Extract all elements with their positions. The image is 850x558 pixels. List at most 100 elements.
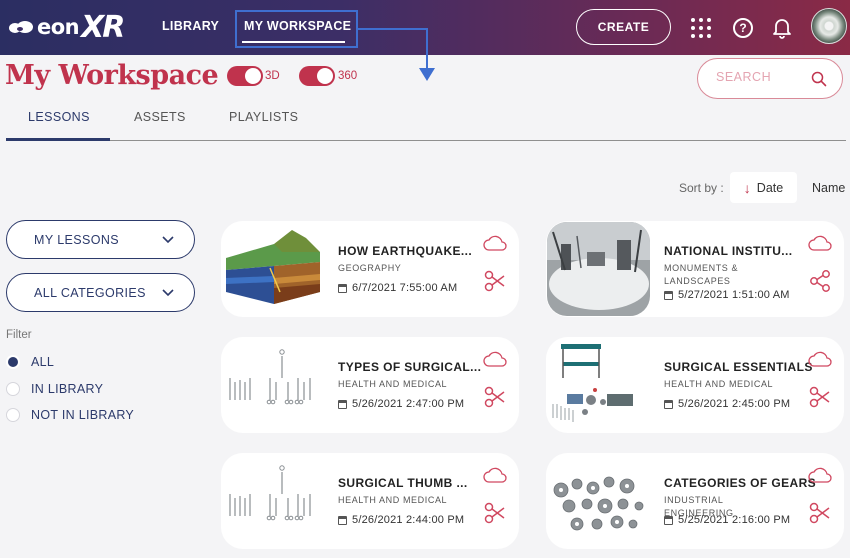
tabs-divider: [6, 140, 846, 141]
radio-checked-icon: [6, 355, 20, 369]
lesson-date-text: 5/26/2021 2:45:00 PM: [678, 398, 791, 410]
tab-playlists[interactable]: PLAYLISTS: [229, 110, 298, 124]
create-button[interactable]: CREATE: [576, 9, 671, 45]
lesson-card[interactable]: SURGICAL THUMB ... HEALTH AND MEDICAL 5/…: [221, 453, 519, 549]
calendar-icon: [664, 290, 673, 300]
user-avatar[interactable]: [811, 8, 847, 44]
sort-by-date-button[interactable]: ↓ Date: [730, 172, 797, 203]
lesson-category: MONUMENTS & LANDSCAPES: [664, 263, 739, 286]
logo-xr: XR: [81, 9, 125, 45]
toggle-3d[interactable]: [227, 66, 263, 86]
all-categories-dropdown[interactable]: ALL CATEGORIES: [6, 273, 195, 312]
chevron-down-icon: [162, 236, 174, 244]
arrow-down-icon: ↓: [743, 179, 751, 196]
share-icon[interactable]: [808, 269, 832, 293]
lesson-title[interactable]: CATEGORIES OF GEARS: [664, 476, 816, 490]
active-tab-indicator: [6, 138, 110, 141]
search-icon[interactable]: [811, 71, 827, 87]
snow-panorama-thumbnail[interactable]: [547, 222, 650, 316]
lesson-title[interactable]: TYPES OF SURGICAL...: [338, 360, 481, 374]
lesson-title[interactable]: NATIONAL INSTITU...: [664, 244, 793, 258]
radio-unchecked-icon: [6, 408, 20, 422]
highlight-box: [235, 10, 358, 48]
surgical-instruments-thumbnail[interactable]: [222, 338, 325, 432]
surgical-cart-thumbnail[interactable]: [547, 338, 650, 432]
calendar-icon: [338, 515, 347, 525]
lesson-date-text: 5/27/2021 1:51:00 AM: [678, 289, 790, 301]
filter-all-label: ALL: [31, 355, 55, 369]
filter-in-library-radio[interactable]: IN LIBRARY: [6, 380, 103, 398]
lesson-card[interactable]: SURGICAL ESSENTIALS HEALTH AND MEDICAL 5…: [546, 337, 844, 433]
highlight-connector-vertical: [426, 28, 428, 69]
search-input[interactable]: [716, 70, 816, 84]
lesson-title[interactable]: HOW EARTHQUAKE...: [338, 244, 472, 258]
cloud-icon[interactable]: [483, 235, 507, 251]
lesson-title[interactable]: SURGICAL THUMB ...: [338, 476, 468, 490]
cloud-icon[interactable]: [808, 351, 832, 367]
toggle-360[interactable]: [299, 66, 335, 86]
filter-all-radio[interactable]: ALL: [6, 353, 54, 371]
toggle-360-label: 360: [338, 70, 358, 82]
earthquake-thumbnail[interactable]: [222, 222, 325, 316]
radio-unchecked-icon: [6, 382, 20, 396]
highlight-connector: [357, 28, 428, 30]
nav-library-link[interactable]: LIBRARY: [162, 19, 219, 33]
all-categories-dropdown-label: ALL CATEGORIES: [34, 285, 146, 300]
sort-by-label: Sort by :: [679, 181, 724, 195]
my-lessons-dropdown[interactable]: MY LESSONS: [6, 220, 195, 259]
lesson-card[interactable]: TYPES OF SURGICAL... HEALTH AND MEDICAL …: [221, 337, 519, 433]
share-icon[interactable]: [808, 385, 832, 409]
calendar-icon: [664, 515, 673, 525]
share-icon[interactable]: [483, 385, 507, 409]
filter-not-in-library-radio[interactable]: NOT IN LIBRARY: [6, 406, 134, 424]
earthquake-image: [222, 222, 325, 316]
surgical-cart-image: [547, 338, 650, 432]
filter-not-in-library-label: NOT IN LIBRARY: [31, 408, 135, 422]
help-icon[interactable]: ?: [733, 18, 753, 38]
calendar-icon: [338, 283, 347, 293]
lesson-date: 5/26/2021 2:45:00 PM: [664, 398, 790, 410]
lesson-category: HEALTH AND MEDICAL: [338, 379, 448, 389]
surgical-instruments-thumbnail[interactable]: [222, 454, 325, 548]
tab-assets[interactable]: ASSETS: [134, 110, 186, 124]
apps-grid-icon[interactable]: [691, 18, 711, 38]
cloud-icon[interactable]: [483, 467, 507, 483]
highlight-arrow-icon: [419, 68, 435, 81]
tab-lessons[interactable]: LESSONS: [28, 110, 90, 124]
lesson-card[interactable]: HOW EARTHQUAKE... GEOGRAPHY 6/7/2021 7:5…: [221, 221, 519, 317]
share-icon[interactable]: [483, 501, 507, 525]
bell-icon[interactable]: [772, 17, 792, 39]
lesson-date-text: 5/26/2021 2:47:00 PM: [352, 398, 465, 410]
sort-date-label: Date: [756, 180, 784, 195]
filter-label: Filter: [6, 329, 32, 341]
lesson-category: GEOGRAPHY: [338, 263, 402, 273]
gears-thumbnail[interactable]: [547, 454, 650, 548]
cloud-icon[interactable]: [483, 351, 507, 367]
filter-in-library-label: IN LIBRARY: [31, 382, 104, 396]
lesson-card[interactable]: CATEGORIES OF GEARS INDUSTRIAL ENGINEERI…: [546, 453, 844, 549]
search-box[interactable]: [697, 58, 843, 99]
lesson-card[interactable]: NATIONAL INSTITU... MONUMENTS & LANDSCAP…: [546, 221, 844, 317]
lesson-date: 5/26/2021 2:47:00 PM: [338, 398, 464, 410]
lesson-date-text: 6/7/2021 7:55:00 AM: [352, 282, 458, 294]
cloud-icon[interactable]: [808, 467, 832, 483]
lesson-title[interactable]: SURGICAL ESSENTIALS: [664, 360, 813, 374]
cloud-icon[interactable]: [808, 235, 832, 251]
lesson-date: 5/26/2021 2:44:00 PM: [338, 514, 464, 526]
share-icon[interactable]: [483, 269, 507, 293]
sort-by-name-button[interactable]: Name: [812, 181, 845, 195]
logo-text: eon: [37, 15, 80, 39]
share-icon[interactable]: [808, 501, 832, 525]
logo-mark-icon: [9, 21, 33, 33]
page-title: My Workspace: [5, 60, 219, 91]
chevron-down-icon: [162, 289, 174, 297]
snow-panorama-image: [547, 222, 650, 316]
eonxr-logo[interactable]: eon XR: [8, 9, 125, 45]
my-lessons-dropdown-label: MY LESSONS: [34, 232, 120, 247]
toggle-3d-label: 3D: [265, 70, 280, 82]
lesson-date-text: 5/25/2021 2:16:00 PM: [678, 514, 791, 526]
gears-image: [547, 454, 650, 548]
tabs-bar: LESSONS ASSETS PLAYLISTS: [0, 104, 850, 142]
lesson-date: 6/7/2021 7:55:00 AM: [338, 282, 457, 294]
lesson-date: 5/27/2021 1:51:00 AM: [664, 289, 790, 301]
